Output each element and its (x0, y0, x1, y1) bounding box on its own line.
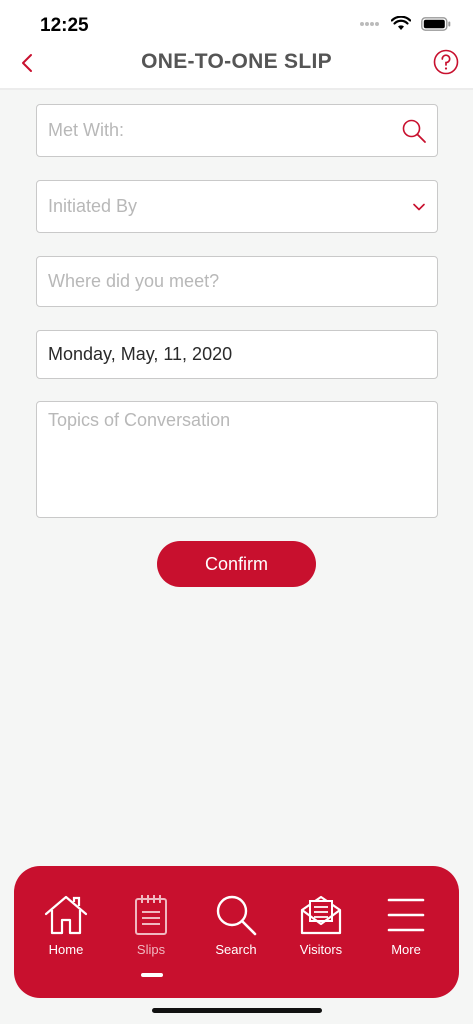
met-with-placeholder: Met With: (48, 120, 125, 140)
status-time: 12:25 (40, 15, 89, 36)
where-met-input[interactable]: Where did you meet? (36, 256, 438, 307)
date-value: Monday, May, 11, 2020 (48, 344, 233, 364)
help-icon (433, 49, 459, 75)
menu-icon (387, 898, 425, 932)
tab-search[interactable]: Search (196, 894, 276, 974)
tab-home-label: Home (48, 942, 84, 957)
search-icon (216, 895, 257, 936)
status-icons (359, 16, 451, 31)
tab-slips[interactable]: Slips (111, 894, 191, 974)
where-met-placeholder: Where did you meet? (48, 271, 220, 291)
chevron-down-icon (413, 203, 425, 210)
search-icon[interactable] (401, 118, 427, 144)
signal-dots-icon (360, 21, 379, 26)
page-title: ONE-TO-ONE SLIP (141, 50, 332, 73)
tab-search-label: Search (215, 942, 257, 957)
tab-home[interactable]: Home (26, 894, 106, 974)
help-button[interactable] (433, 49, 459, 75)
envelope-icon (300, 895, 342, 935)
battery-icon (421, 16, 451, 31)
tab-visitors[interactable]: Visitors (281, 894, 361, 974)
home-icon (44, 895, 88, 935)
home-indicator (152, 1008, 322, 1013)
initiated-by-placeholder: Initiated By (48, 196, 138, 216)
confirm-button[interactable]: Confirm (157, 541, 316, 587)
initiated-by-select[interactable]: Initiated By (36, 180, 438, 233)
top-bar: 12:25 ONE-TO-ONE SLIP (0, 0, 473, 90)
topics-textarea[interactable]: Topics of Conversation (36, 401, 438, 518)
met-with-field[interactable]: Met With: (36, 104, 438, 157)
date-field[interactable]: Monday, May, 11, 2020 (36, 330, 438, 379)
notepad-icon (135, 895, 167, 935)
header-divider (0, 88, 473, 90)
bottom-tab-bar: Home Slips Search Visitors More (14, 866, 459, 998)
tab-slips-label: Slips (136, 942, 166, 957)
tab-more[interactable]: More (366, 894, 446, 974)
one-to-one-slip-screen: 12:25 ONE-TO-ONE SLIP Met With: Initiate… (0, 0, 473, 1024)
tab-more-label: More (391, 942, 421, 957)
topics-placeholder: Topics of Conversation (48, 410, 231, 430)
wifi-icon (391, 16, 411, 30)
tab-visitors-label: Visitors (299, 942, 343, 957)
active-tab-indicator (141, 973, 163, 977)
